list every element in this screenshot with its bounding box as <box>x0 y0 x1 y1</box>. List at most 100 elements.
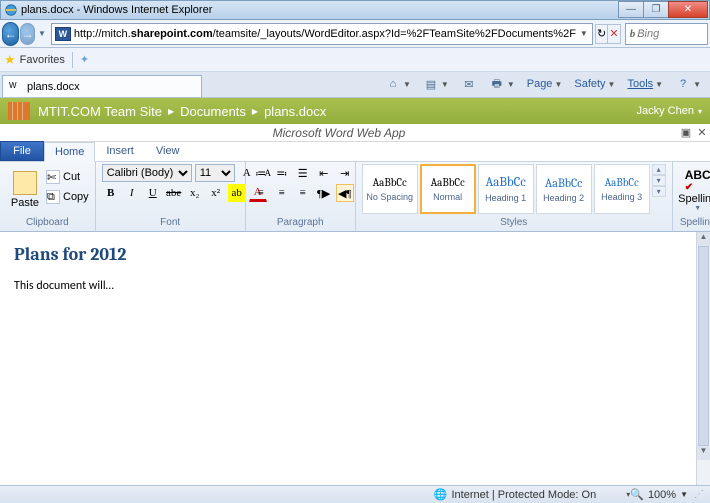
maximize-button[interactable]: ❐ <box>643 1 669 18</box>
superscript-button[interactable]: x² <box>207 184 225 202</box>
styles-expand-icon[interactable]: ▾ <box>652 186 666 197</box>
paste-icon <box>13 171 37 195</box>
ltr-button[interactable]: ¶▶ <box>315 184 333 202</box>
align-center-button[interactable]: ≡ <box>273 184 291 202</box>
copy-button[interactable]: ⧉Copy <box>46 188 89 206</box>
feeds-button[interactable]: ▤▼ <box>420 74 452 94</box>
indent-button[interactable]: ⇥ <box>336 164 354 182</box>
outdent-button[interactable]: ⇤ <box>315 164 333 182</box>
align-left-button[interactable]: ≡ <box>252 184 270 202</box>
scroll-down-icon[interactable]: ▾ <box>652 175 666 186</box>
document-canvas[interactable]: Plans for 2012 This document will… <box>0 232 696 485</box>
align-right-button[interactable]: ≡ <box>294 184 312 202</box>
refresh-icon: ↻ <box>597 27 606 40</box>
tab-insert[interactable]: Insert <box>95 141 145 161</box>
address-dropdown-icon[interactable]: ▼ <box>576 29 592 38</box>
style-name: Normal <box>433 192 462 202</box>
chevron-down-icon: ▼ <box>694 205 701 212</box>
scroll-up-button[interactable]: ▲ <box>697 232 710 246</box>
resize-grip[interactable]: ⋰ <box>694 489 704 500</box>
spelling-button[interactable]: ABC✔ Spelling ▼ <box>679 164 710 216</box>
doc-heading[interactable]: Plans for 2012 <box>14 244 682 265</box>
page-menu[interactable]: Page ▼ <box>524 76 566 92</box>
doc-paragraph[interactable]: This document will… <box>14 279 682 293</box>
back-button[interactable]: ← <box>2 22 19 46</box>
group-paragraph: ≔ ≕ ☰ ⇤ ⇥ ≡ ≡ ≡ ¶▶ ◀¶ Paragraph <box>246 162 356 231</box>
scroll-thumb[interactable] <box>698 246 709 446</box>
group-font: Calibri (Body) 11 A A B I U abe x₂ x² ab… <box>96 162 246 231</box>
font-size-select[interactable]: 11 <box>195 164 235 182</box>
user-menu[interactable]: Jacky Chen▾ <box>637 105 703 117</box>
suggested-sites-icon[interactable]: ✦ <box>80 53 89 66</box>
popout-icon[interactable]: ▣ <box>678 126 694 139</box>
close-doc-button[interactable]: ✕ <box>694 126 710 139</box>
help-button[interactable]: ?▼ <box>672 74 704 94</box>
style-preview: AaBbCc <box>605 176 639 189</box>
crumb-file[interactable]: plans.docx <box>264 104 326 119</box>
ribbon-tabs: File Home Insert View <box>0 142 710 162</box>
group-label: Clipboard <box>6 217 89 231</box>
readmail-button[interactable]: ✉ <box>458 74 480 94</box>
forward-button[interactable]: → <box>20 23 35 45</box>
crumb-library[interactable]: Documents <box>180 104 246 119</box>
address-bar[interactable]: W http://mitch.sharepoint.com/teamsite/_… <box>51 23 593 45</box>
tab-home[interactable]: Home <box>44 142 95 162</box>
highlight-button[interactable]: ab <box>228 184 246 202</box>
style-no-spacing[interactable]: AaBbCc No Spacing <box>362 164 418 214</box>
zoom-level[interactable]: 100% <box>648 489 676 501</box>
zoom-icon: 🔍 <box>630 488 644 501</box>
subscript-button[interactable]: x₂ <box>186 184 204 202</box>
style-preview: AaBbCc <box>431 176 465 189</box>
search-box[interactable]: b Bing <box>625 23 708 45</box>
rtl-button[interactable]: ◀¶ <box>336 184 354 202</box>
scroll-up-icon[interactable]: ▴ <box>652 164 666 175</box>
search-engine-label: Bing <box>637 28 659 40</box>
bullets-button[interactable]: ≔ <box>252 164 270 182</box>
styles-scroll[interactable]: ▴▾▾ <box>652 164 666 197</box>
scroll-down-button[interactable]: ▼ <box>697 446 710 460</box>
cut-button[interactable]: ✄Cut <box>46 168 89 186</box>
multilevel-button[interactable]: ☰ <box>294 164 312 182</box>
style-heading-3[interactable]: AaBbCcHeading 3 <box>594 164 650 214</box>
italic-button[interactable]: I <box>123 184 141 202</box>
favorites-star-icon[interactable]: ★ <box>4 52 16 68</box>
refresh-button[interactable]: ↻ <box>595 24 608 44</box>
close-button[interactable]: ✕ <box>668 1 708 18</box>
style-normal[interactable]: AaBbCc Normal <box>420 164 476 214</box>
style-name: No Spacing <box>366 192 413 202</box>
style-heading-2[interactable]: AaBbCcHeading 2 <box>536 164 592 214</box>
tab-file[interactable]: File <box>0 141 44 161</box>
print-icon: 🖶 <box>489 76 505 92</box>
tools-menu[interactable]: Tools ▼ <box>624 76 666 92</box>
vertical-scrollbar[interactable]: ▲ ▼ <box>696 232 710 485</box>
underline-button[interactable]: U <box>144 184 162 202</box>
safety-menu[interactable]: Safety ▼ <box>571 76 618 92</box>
print-button[interactable]: 🖶▼ <box>486 74 518 94</box>
style-preview: AaBbCc <box>545 176 582 190</box>
recent-dropdown-icon[interactable]: ▼ <box>38 29 46 38</box>
tab-label: plans.docx <box>27 81 80 93</box>
zoom-dropdown[interactable]: ▼ <box>680 490 688 499</box>
home-button[interactable]: ⌂▼ <box>382 74 414 94</box>
spelling-label: Spelling <box>678 193 710 205</box>
sharepoint-logo-icon[interactable] <box>8 102 30 120</box>
favorites-label[interactable]: Favorites <box>20 54 65 66</box>
browser-tab[interactable]: W plans.docx <box>2 75 202 97</box>
bold-button[interactable]: B <box>102 184 120 202</box>
cut-label: Cut <box>63 171 80 183</box>
style-preview: AaBbCc <box>373 176 407 189</box>
strike-button[interactable]: abe <box>165 184 183 202</box>
stop-button[interactable]: ✕ <box>607 24 620 44</box>
ie-icon <box>4 3 18 17</box>
tab-view[interactable]: View <box>145 141 191 161</box>
font-name-select[interactable]: Calibri (Body) <box>102 164 192 182</box>
paste-button[interactable]: Paste <box>6 164 44 216</box>
security-zone: Internet | Protected Mode: On <box>452 489 597 501</box>
style-heading-1[interactable]: AaBbCcHeading 1 <box>478 164 534 214</box>
globe-icon: 🌐 <box>434 488 448 501</box>
numbering-button[interactable]: ≕ <box>273 164 291 182</box>
minimize-button[interactable]: — <box>618 1 644 18</box>
help-icon: ? <box>675 76 691 92</box>
crumb-site[interactable]: MTIT.COM Team Site <box>38 104 162 119</box>
url-text: http://mitch.sharepoint.com/teamsite/_la… <box>74 28 576 40</box>
